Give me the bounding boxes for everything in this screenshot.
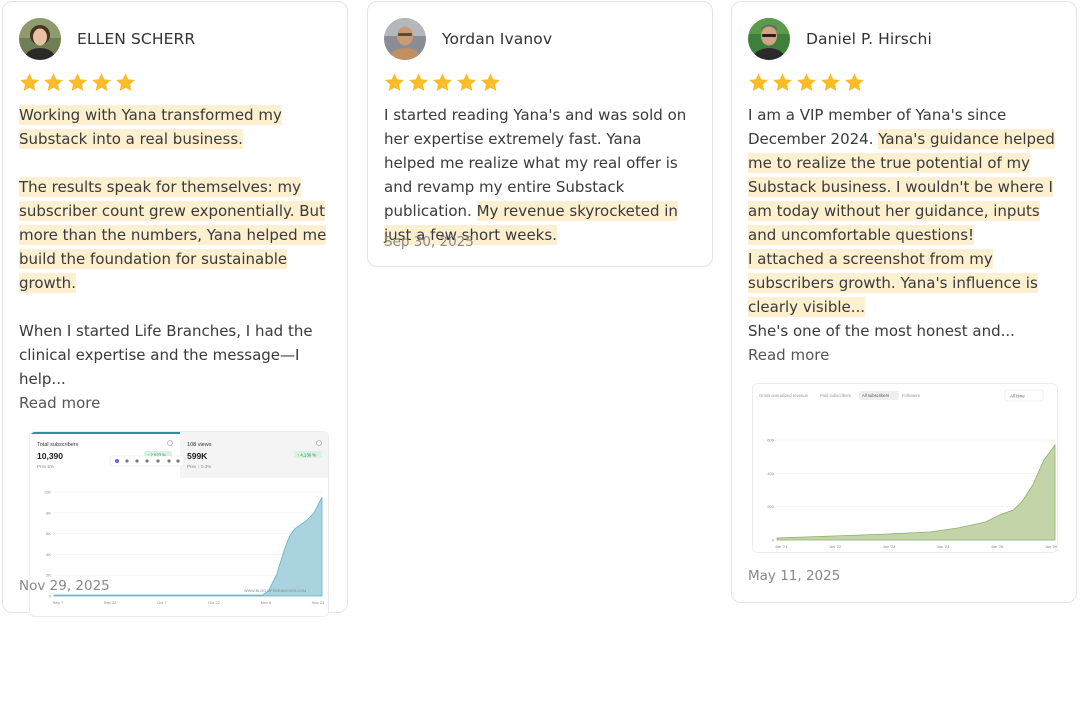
y-tick-label: 6K xyxy=(46,531,51,536)
star-icon xyxy=(91,72,112,94)
x-tick-label: Jan '23 xyxy=(883,544,897,549)
x-tick-label: Nov 21 xyxy=(312,600,325,605)
x-tick-label: Nov 6 xyxy=(261,600,272,605)
y-tick-label: 600 xyxy=(767,438,774,443)
review-date: May 11, 2025 xyxy=(748,568,841,584)
review-header: Yordan Ivanov xyxy=(384,18,696,60)
y-tick-label: 2K xyxy=(46,573,51,578)
rating-stars xyxy=(748,72,1060,94)
review-header: Daniel P. Hirschi xyxy=(748,18,1060,60)
rating-stars xyxy=(19,72,331,94)
y-tick-label: 8K xyxy=(46,510,51,515)
star-icon xyxy=(748,72,769,94)
highlighted-text: Working with Yana transformed my Substac… xyxy=(19,105,282,149)
x-tick-label: Jan '26 xyxy=(1045,544,1058,549)
read-more-link[interactable]: Read more xyxy=(19,391,331,415)
avatar xyxy=(384,18,426,60)
chart-tab: Gross annualized revenue xyxy=(759,393,809,398)
x-tick-label: Oct 7 xyxy=(157,600,167,605)
star-icon xyxy=(384,72,405,94)
star-icon xyxy=(19,72,40,94)
highlighted-text: I attached a screenshot from my subscrib… xyxy=(748,249,1038,317)
y-tick-label: 200 xyxy=(767,504,774,509)
star-icon xyxy=(796,72,817,94)
review-card: Daniel P. Hirschi I am a VIP member of Y… xyxy=(731,1,1077,603)
highlighted-text: The results speak for themselves: my sub… xyxy=(19,177,327,293)
review-paragraph: When I started Life Branches, I had the … xyxy=(19,322,313,388)
x-tick-label: Jan '22 xyxy=(829,544,843,549)
x-tick-label: Jan '25 xyxy=(991,544,1005,549)
stat-label: 108 views xyxy=(187,442,212,448)
read-more-link[interactable]: Read more xyxy=(748,343,1060,367)
avatar xyxy=(19,18,61,60)
stat-sub: Prev 5% xyxy=(37,464,54,469)
avatar xyxy=(748,18,790,60)
star-icon xyxy=(456,72,477,94)
star-icon xyxy=(772,72,793,94)
stat-value: 599K xyxy=(187,451,208,461)
x-tick-label: Oct 22 xyxy=(208,600,221,605)
x-tick-label: Jan '24 xyxy=(937,544,951,549)
star-icon xyxy=(480,72,501,94)
review-text: I am a VIP member of Yana's since Decemb… xyxy=(748,103,1060,343)
rating-stars xyxy=(384,72,696,94)
star-icon xyxy=(115,72,136,94)
star-icon xyxy=(820,72,841,94)
reviewer-name: ELLEN SCHERR xyxy=(77,30,196,48)
x-tick-label: Jan '21 xyxy=(775,544,789,549)
stat-value: 10,390 xyxy=(37,451,63,461)
reviewer-name: Yordan Ivanov xyxy=(442,30,553,48)
y-tick-label: 4K xyxy=(46,552,51,557)
review-date: Sep 30, 2025 xyxy=(384,234,474,250)
review-card: Yordan Ivanov I started reading Yana's a… xyxy=(367,1,713,267)
star-icon xyxy=(844,72,865,94)
review-date: Nov 29, 2025 xyxy=(19,578,110,594)
reviewer-name: Daniel P. Hirschi xyxy=(806,30,932,48)
range-select: All time xyxy=(1010,394,1025,399)
star-icon xyxy=(43,72,64,94)
stat-badge: ↑ 4,136 % xyxy=(297,453,316,458)
review-text: I started reading Yana's and was sold on… xyxy=(384,103,696,247)
x-tick-label: Sep 7 xyxy=(53,600,64,605)
review-text: Working with Yana transformed my Substac… xyxy=(19,103,331,391)
x-tick-label: Sep 22 xyxy=(104,600,117,605)
y-tick-label: 10K xyxy=(44,490,51,495)
review-card: ELLEN SCHERR Working with Yana transform… xyxy=(2,1,348,617)
star-icon xyxy=(432,72,453,94)
chart-tab: Paid subscribers xyxy=(820,393,851,398)
star-icon xyxy=(67,72,88,94)
chart-tab: Followers xyxy=(902,393,920,398)
review-paragraph: She's one of the most honest and... xyxy=(748,322,1015,340)
review-screenshot[interactable]: Gross annualized revenue Paid subscriber… xyxy=(752,383,1058,553)
stat-label: Total subscribers xyxy=(37,442,79,448)
review-header: ELLEN SCHERR xyxy=(19,18,331,60)
y-tick-label: 400 xyxy=(767,471,774,476)
star-icon xyxy=(408,72,429,94)
chart-tab: All subscribers xyxy=(862,393,889,398)
watermark: WWW.BLOG.LIFEBRANCHES.COM xyxy=(244,589,306,593)
stat-sub: Prev ↑ 0.3% xyxy=(187,464,211,469)
